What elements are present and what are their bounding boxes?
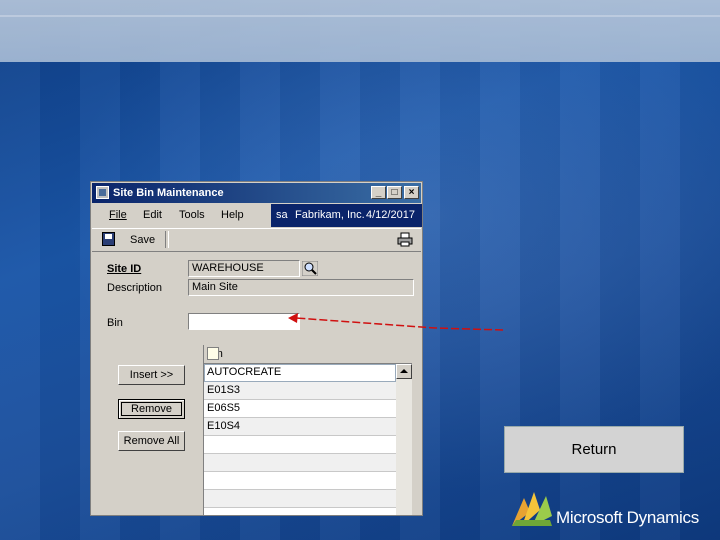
minimize-button[interactable]: _ [371,186,386,199]
list-item[interactable] [204,490,396,508]
lookup-magnifier-icon[interactable] [302,261,318,276]
printer-icon[interactable] [397,232,413,247]
user-date: 4/12/2017 [366,209,415,221]
save-button[interactable]: Save [130,234,155,246]
app-icon [96,186,109,199]
title-bar[interactable]: Site Bin Maintenance _ □ × [92,183,421,203]
description-label: Description [107,282,163,294]
note-icon[interactable] [207,347,219,360]
remove-all-button[interactable]: Remove All [118,431,185,451]
brand-text: Microsoft Dynamics [556,508,699,527]
list-item[interactable] [204,472,396,490]
list-item[interactable] [204,454,396,472]
scroll-up-arrow-icon[interactable] [396,364,412,379]
insert-button[interactable]: Insert >> [118,365,185,385]
menu-help[interactable]: Help [221,209,244,221]
list-item[interactable]: E10S4 [204,418,396,436]
list-item[interactable]: E01S3 [204,382,396,400]
menu-tools[interactable]: Tools [179,209,205,221]
grid-scrollbar[interactable] [396,364,412,515]
list-item[interactable]: AUTOCREATE [204,364,396,382]
bin-list-grid: Bin AUTOCREATE E01S3 E06S5 E10S4 [203,345,412,515]
toolbar-separator [165,231,169,248]
user-info-strip: sa Fabrikam, Inc. 4/12/2017 [271,204,422,227]
list-item[interactable]: E06S5 [204,400,396,418]
header-band [0,0,720,62]
remove-button[interactable]: Remove [118,399,185,419]
list-item[interactable] [204,508,396,515]
site-id-field[interactable]: WAREHOUSE [188,260,300,277]
microsoft-dynamics-logo-icon [512,492,552,526]
bin-label: Bin [107,317,123,329]
description-field[interactable]: Main Site [188,279,414,296]
menu-file[interactable]: File [109,209,127,221]
close-button[interactable]: × [404,186,419,199]
site-bin-maintenance-window: Site Bin Maintenance _ □ × File Edit Too… [90,181,423,516]
list-item[interactable] [204,436,396,454]
grid-header: Bin [204,345,412,364]
window-title: Site Bin Maintenance [113,187,224,199]
return-button[interactable]: Return [504,426,684,473]
toolbar: Save [92,228,421,252]
user-name: sa [276,209,288,221]
menu-edit[interactable]: Edit [143,209,162,221]
site-id-label: Site ID [107,263,142,275]
save-icon[interactable] [102,232,115,246]
maximize-button[interactable]: □ [387,186,402,199]
company-name: Fabrikam, Inc. [295,209,365,221]
bin-input[interactable] [188,313,300,330]
